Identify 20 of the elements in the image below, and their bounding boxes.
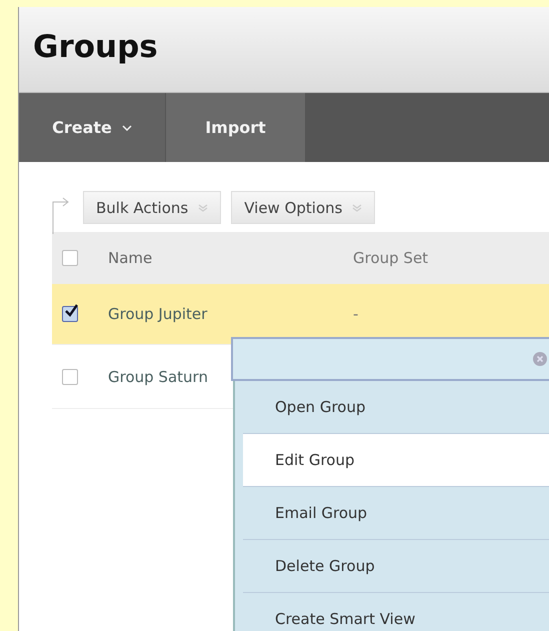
column-header[interactable]: Group Set (353, 249, 428, 267)
group-name-link[interactable]: Group Jupiter (108, 305, 353, 323)
row-checkbox[interactable] (62, 368, 78, 384)
menu-item[interactable]: Create Smart View (243, 593, 549, 631)
page-title: Groups (33, 28, 158, 64)
menu-item[interactable]: Delete Group (243, 540, 549, 593)
caret-icon (352, 202, 362, 212)
toolbar-button[interactable]: Import (166, 93, 306, 162)
select-all-checkbox[interactable] (62, 250, 78, 266)
toolbar-button[interactable]: Create (19, 93, 166, 162)
caret-icon (198, 202, 208, 212)
menu-item[interactable]: Edit Group (243, 434, 549, 487)
caret-icon (122, 124, 132, 130)
dropdown-button[interactable]: Bulk Actions (83, 191, 222, 224)
table-cell: - (353, 305, 358, 323)
menu-item[interactable]: Email Group (243, 487, 549, 540)
row-checkbox[interactable] (62, 306, 78, 322)
column-header[interactable]: Name (108, 249, 353, 267)
dropdown-button[interactable]: View Options (231, 191, 376, 224)
close-icon[interactable] (533, 352, 547, 366)
